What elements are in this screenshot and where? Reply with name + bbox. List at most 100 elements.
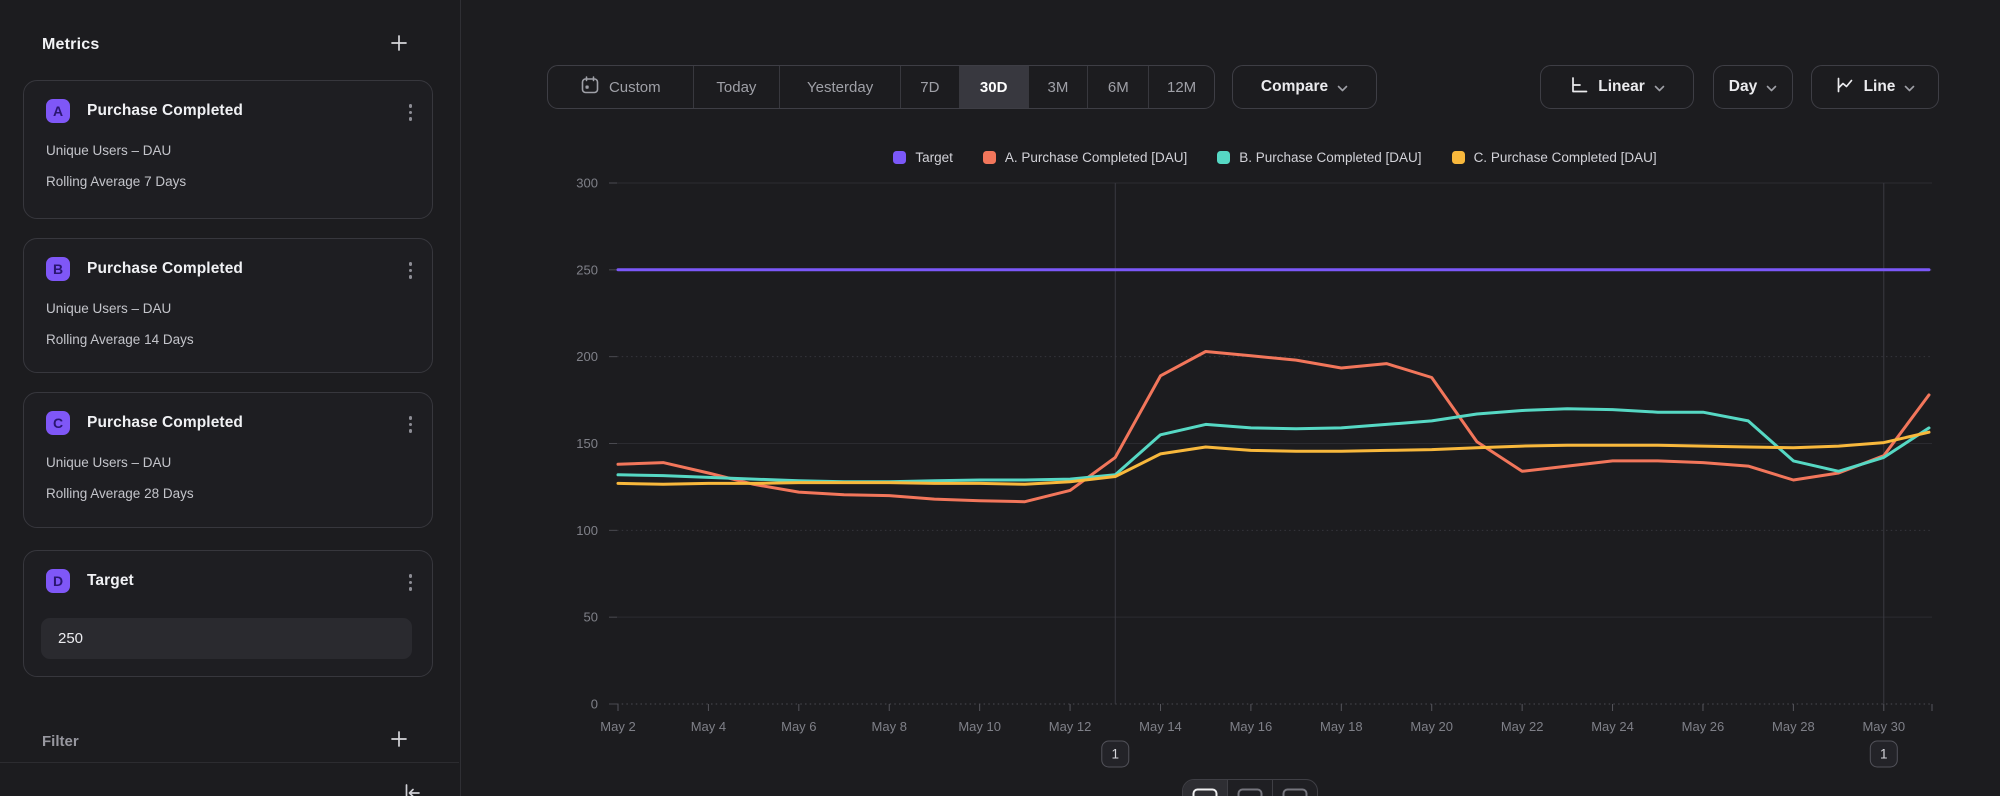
y-axis-label: 0 (591, 697, 598, 712)
kebab-menu-icon[interactable] (407, 572, 415, 593)
sidebar-divider (0, 762, 459, 763)
range-7d[interactable]: 7D (900, 66, 959, 108)
range-today[interactable]: Today (693, 66, 780, 108)
x-axis-label: May 24 (1591, 719, 1634, 734)
legend-swatch (1452, 151, 1465, 164)
legend-item[interactable]: B. Purchase Completed [DAU] (1217, 150, 1421, 165)
view-option-2[interactable] (1227, 780, 1272, 796)
target-card[interactable]: D Target 250 (23, 550, 433, 677)
filter-section: Filter (42, 728, 410, 754)
legend-swatch (1217, 151, 1230, 164)
series-line-1[interactable] (618, 352, 1929, 502)
target-value-input[interactable]: 250 (41, 618, 412, 659)
metrics-header: Metrics (42, 27, 410, 63)
metric-title: Purchase Completed (87, 260, 243, 278)
metric-card-c[interactable]: C Purchase Completed Unique Users – DAU … (23, 392, 433, 528)
range-12m[interactable]: 12M (1148, 66, 1214, 108)
metric-transform: Rolling Average 14 Days (46, 332, 412, 347)
range-label: Yesterday (807, 79, 873, 96)
target-title: Target (87, 572, 134, 590)
plus-icon (388, 728, 410, 755)
panel-icon (1282, 788, 1308, 796)
metric-card-a[interactable]: A Purchase Completed Unique Users – DAU … (23, 80, 433, 219)
scale-label: Linear (1598, 78, 1645, 96)
y-axis-label: 200 (576, 349, 598, 364)
metric-measure: Unique Users – DAU (46, 301, 412, 316)
range-label: 30D (980, 79, 1008, 96)
annotation-chip-label: 1 (1880, 747, 1888, 762)
kebab-menu-icon[interactable] (407, 260, 415, 281)
range-label: Custom (609, 79, 661, 96)
range-label: 12M (1167, 79, 1196, 96)
metric-badge-c: C (46, 411, 70, 435)
range-30d[interactable]: 30D (959, 66, 1028, 108)
plus-icon (388, 32, 410, 59)
collapse-sidebar-icon (400, 781, 424, 796)
panel-icon (1237, 788, 1263, 796)
y-axis-label: 100 (576, 523, 598, 538)
add-metric-button[interactable] (388, 32, 410, 59)
x-axis-label: May 12 (1049, 719, 1092, 734)
chart-type-label: Line (1864, 78, 1896, 96)
date-range-control: Custom Today Yesterday 7D 30D 3M 6M 12M (547, 65, 1215, 109)
legend-item[interactable]: C. Purchase Completed [DAU] (1452, 150, 1657, 165)
range-label: 3M (1048, 79, 1069, 96)
legend-item[interactable]: Target (893, 150, 953, 165)
x-axis-label: May 18 (1320, 719, 1363, 734)
collapse-sidebar-button[interactable] (400, 781, 424, 796)
range-6m[interactable]: 6M (1087, 66, 1148, 108)
chevron-down-icon (1904, 79, 1915, 97)
annotation-chip-label: 1 (1112, 747, 1120, 762)
range-yesterday[interactable]: Yesterday (779, 66, 900, 108)
x-axis-label: May 10 (958, 719, 1001, 734)
x-axis-label: May 14 (1139, 719, 1182, 734)
metric-title: Purchase Completed (87, 414, 243, 432)
y-axis-label: 150 (576, 436, 598, 451)
legend-label: Target (915, 150, 953, 165)
metric-badge-a: A (46, 99, 70, 123)
x-axis-label: May 8 (872, 719, 907, 734)
legend-label: C. Purchase Completed [DAU] (1474, 150, 1657, 165)
legend-item[interactable]: A. Purchase Completed [DAU] (983, 150, 1187, 165)
metric-badge-b: B (46, 257, 70, 281)
metric-transform: Rolling Average 7 Days (46, 174, 412, 189)
chart-type-selector-button[interactable]: Line (1811, 65, 1939, 109)
metric-measure: Unique Users – DAU (46, 455, 412, 470)
calendar-icon (580, 75, 600, 99)
range-label: 6M (1108, 79, 1129, 96)
x-axis-label: May 28 (1772, 719, 1815, 734)
metrics-sidebar: Metrics A Purchase Completed Unique User… (0, 0, 461, 796)
x-axis-label: May 22 (1501, 719, 1544, 734)
line-chart-icon (1835, 75, 1855, 100)
metric-measure: Unique Users – DAU (46, 143, 412, 158)
chart-view-toggle (1182, 779, 1318, 796)
y-axis-label: 250 (576, 262, 598, 277)
interval-selector-button[interactable]: Day (1713, 65, 1793, 109)
range-3m[interactable]: 3M (1028, 66, 1088, 108)
x-axis-label: May 6 (781, 719, 816, 734)
add-filter-button[interactable] (388, 728, 410, 755)
kebab-menu-icon[interactable] (407, 414, 415, 435)
range-label: 7D (920, 79, 939, 96)
scale-selector-button[interactable]: Linear (1540, 65, 1694, 109)
metric-badge-d: D (46, 569, 70, 593)
series-line-3[interactable] (618, 432, 1929, 484)
range-custom[interactable]: Custom (548, 66, 693, 108)
kebab-menu-icon[interactable] (407, 102, 415, 123)
interval-label: Day (1729, 78, 1757, 96)
compare-button[interactable]: Compare (1232, 65, 1377, 109)
linear-scale-icon (1569, 75, 1589, 100)
chevron-down-icon (1654, 79, 1665, 97)
legend-label: A. Purchase Completed [DAU] (1005, 150, 1187, 165)
metric-card-b[interactable]: B Purchase Completed Unique Users – DAU … (23, 238, 433, 373)
y-axis-label: 300 (576, 176, 598, 191)
range-label: Today (716, 79, 756, 96)
chevron-down-icon (1337, 79, 1348, 97)
legend-label: B. Purchase Completed [DAU] (1239, 150, 1421, 165)
chevron-down-icon (1766, 79, 1777, 97)
panel-icon (1192, 788, 1218, 796)
x-axis-label: May 26 (1682, 719, 1725, 734)
view-option-1[interactable] (1183, 780, 1227, 796)
y-axis-label: 50 (584, 610, 598, 625)
view-option-3[interactable] (1272, 780, 1317, 796)
